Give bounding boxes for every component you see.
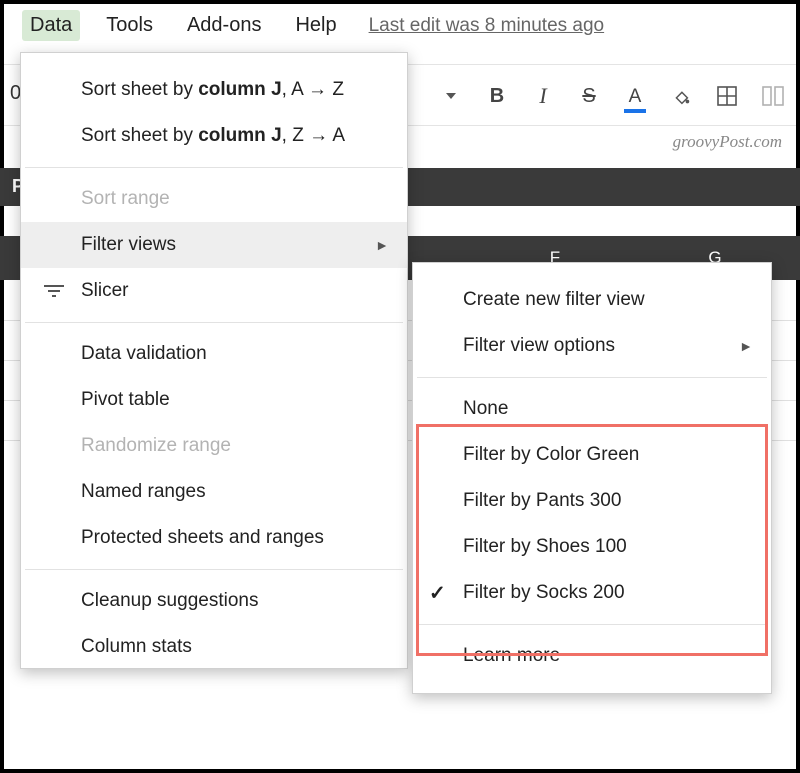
sort-range: Sort range — [21, 176, 407, 222]
slicer-icon — [43, 280, 65, 302]
toolbar-right: B I S A — [438, 65, 786, 127]
text-color-button[interactable]: A — [622, 83, 648, 109]
italic-button[interactable]: I — [530, 83, 556, 109]
filter-view-none[interactable]: None — [413, 386, 771, 432]
randomize-range-label: Randomize range — [81, 435, 231, 457]
sort-za-suf: , Z → A — [282, 125, 345, 146]
filter-view-label: Filter by Socks 200 — [463, 582, 625, 604]
sort-az-pre: Sort sheet by — [81, 79, 198, 100]
check-icon: ✓ — [429, 581, 446, 606]
menu-bar: Data Tools Add-ons Help Last edit was 8 … — [4, 4, 796, 47]
text-color-letter: A — [629, 87, 642, 106]
menu-separator — [417, 624, 767, 625]
data-validation[interactable]: Data validation — [21, 331, 407, 377]
app-frame: Data Tools Add-ons Help Last edit was 8 … — [0, 0, 800, 773]
submenu-arrow-icon: ► — [375, 237, 389, 253]
filter-options-label: Filter view options — [463, 335, 615, 357]
bold-button[interactable]: B — [484, 83, 510, 109]
menu-data[interactable]: Data — [22, 10, 80, 41]
slicer[interactable]: Slicer — [21, 268, 407, 314]
menu-addons[interactable]: Add-ons — [179, 10, 270, 41]
filter-view-label: Filter by Shoes 100 — [463, 536, 627, 558]
strikethrough-button[interactable]: S — [576, 83, 602, 109]
cleanup-suggestions[interactable]: Cleanup suggestions — [21, 578, 407, 624]
fill-color-icon[interactable] — [668, 83, 694, 109]
filter-views-submenu: Create new filter view Filter view optio… — [412, 262, 772, 694]
menu-tools[interactable]: Tools — [98, 10, 161, 41]
dropdown-caret-icon[interactable] — [438, 83, 464, 109]
filter-view-item[interactable]: Filter by Color Green — [413, 432, 771, 478]
merge-cells-icon[interactable] — [760, 83, 786, 109]
sort-az-label: Sort sheet by column J, A → Z — [81, 79, 344, 101]
text-color-underline — [624, 109, 646, 113]
submenu-arrow-icon: ► — [739, 338, 753, 354]
learn-more-label: Learn more — [463, 645, 560, 667]
menu-separator — [25, 167, 403, 168]
create-new-filter-view[interactable]: Create new filter view — [413, 277, 771, 323]
sort-az-suf: , A → Z — [282, 79, 344, 100]
column-stats-label: Column stats — [81, 636, 192, 658]
named-ranges[interactable]: Named ranges — [21, 469, 407, 515]
menu-help[interactable]: Help — [287, 10, 344, 41]
filter-view-item[interactable]: Filter by Shoes 100 — [413, 524, 771, 570]
filter-views[interactable]: Filter views ► — [21, 222, 407, 268]
sort-za-col: column J — [198, 125, 281, 146]
randomize-range: Randomize range — [21, 423, 407, 469]
menu-separator — [417, 377, 767, 378]
pivot-table[interactable]: Pivot table — [21, 377, 407, 423]
pivot-table-label: Pivot table — [81, 389, 170, 411]
cleanup-label: Cleanup suggestions — [81, 590, 258, 612]
sort-az-col: column J — [198, 79, 281, 100]
slicer-label: Slicer — [81, 280, 129, 302]
filter-view-options[interactable]: Filter view options ► — [413, 323, 771, 369]
column-stats[interactable]: Column stats — [21, 624, 407, 662]
data-menu-dropdown: Sort sheet by column J, A → Z Sort sheet… — [20, 52, 408, 669]
watermark: groovyPost.com — [673, 132, 782, 152]
create-filter-label: Create new filter view — [463, 289, 645, 311]
sort-za-pre: Sort sheet by — [81, 125, 198, 146]
filter-view-item[interactable]: Filter by Pants 300 — [413, 478, 771, 524]
sort-range-label: Sort range — [81, 188, 170, 210]
filter-view-item[interactable]: ✓ Filter by Socks 200 — [413, 570, 771, 616]
borders-icon[interactable] — [714, 83, 740, 109]
sort-sheet-za[interactable]: Sort sheet by column J, Z → A — [21, 113, 407, 159]
filter-none-label: None — [463, 398, 508, 420]
named-ranges-label: Named ranges — [81, 481, 206, 503]
filter-views-label: Filter views — [81, 234, 176, 256]
sort-za-label: Sort sheet by column J, Z → A — [81, 125, 345, 147]
learn-more[interactable]: Learn more — [413, 633, 771, 679]
filter-view-label: Filter by Pants 300 — [463, 490, 621, 512]
sort-sheet-az[interactable]: Sort sheet by column J, A → Z — [21, 67, 407, 113]
protected-label: Protected sheets and ranges — [81, 527, 324, 549]
filter-view-label: Filter by Color Green — [463, 444, 639, 466]
menu-separator — [25, 322, 403, 323]
menu-separator — [25, 569, 403, 570]
data-validation-label: Data validation — [81, 343, 207, 365]
protected-sheets[interactable]: Protected sheets and ranges — [21, 515, 407, 561]
last-edit-link[interactable]: Last edit was 8 minutes ago — [369, 15, 605, 37]
